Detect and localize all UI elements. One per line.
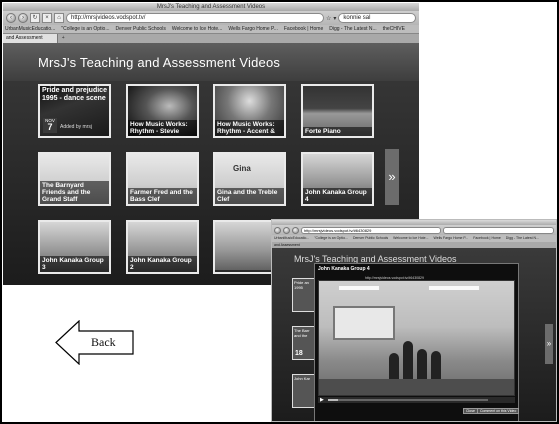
video-title-7: Gina and the Treble Clef xyxy=(215,188,284,204)
classroom-floor xyxy=(319,379,514,395)
video-progress-bar[interactable] xyxy=(328,399,488,401)
new-tab-button[interactable]: + xyxy=(58,34,69,43)
bookmark-item[interactable]: Digg - The Latest N... xyxy=(329,25,376,33)
video-thumb-10[interactable]: John Kanaka Group 2 xyxy=(126,220,199,274)
video-thumb-7[interactable]: Gina Gina and the Treble Clef xyxy=(213,152,286,206)
ceiling-light xyxy=(429,286,479,290)
gina-art-text: Gina xyxy=(233,164,251,173)
video-title-5: The Barnyard Friends and the Grand Staff xyxy=(40,181,109,204)
video-thumb-6[interactable]: Farmer Fred and the Bass Clef xyxy=(126,152,199,206)
forward-nav-icon[interactable]: › xyxy=(18,13,28,23)
address-bar[interactable]: http://mrsjvideos.vodspot.tv/ xyxy=(66,13,324,23)
reload-icon[interactable]: ↻ xyxy=(30,13,40,23)
bookmark-item[interactable]: "College is an Optio... xyxy=(61,25,109,33)
video-title-10: John Kanaka Group 2 xyxy=(128,256,197,272)
bookmark-item[interactable]: Denver Public Schools xyxy=(116,25,166,33)
overlay-reload-icon[interactable] xyxy=(292,226,299,234)
date-day: 7 xyxy=(47,122,53,132)
student-figure xyxy=(417,349,427,381)
added-by-label: Added by mrsj xyxy=(60,124,92,130)
video-thumb-9[interactable]: John Kanaka Group 3 xyxy=(38,220,111,274)
tab-current[interactable]: and Assessment xyxy=(3,34,58,43)
student-figure xyxy=(389,353,399,381)
overlay-toolbar: http://mrsjvideos.vodspot.tv/#6430829 xyxy=(272,225,556,235)
video-player[interactable] xyxy=(318,280,515,396)
overlay-bookmark-item[interactable]: Facebook | Home xyxy=(473,235,501,242)
overlay-bookmark-item[interactable]: UrbanMusicEducatio... xyxy=(274,235,309,242)
overlay-thumb-label-3: John Kar xyxy=(294,376,311,381)
search-box[interactable]: konnie sal xyxy=(338,13,416,23)
overlay-bookmark-item[interactable]: Wells Fargo Home P... xyxy=(434,235,469,242)
overlay-bookmarks-bar: UrbanMusicEducatio... "College is an Opti… xyxy=(272,235,556,242)
video-modal: John Kanaka Group 4 http://mrsjvideos.vo… xyxy=(314,263,520,421)
overlay-next-arrow[interactable]: » xyxy=(545,324,553,364)
overlay-bookmark-item[interactable]: Digg - The Latest N... xyxy=(506,235,539,242)
video-thumb-3[interactable]: How Music Works: Rhythm - Accent & xyxy=(213,84,286,138)
ceiling-light xyxy=(339,286,379,290)
video-thumb-1[interactable]: Pride and prejudice 1995 - dance scene N… xyxy=(38,84,111,138)
student-figure xyxy=(403,341,413,381)
video-progress-fill xyxy=(328,399,338,401)
video-thumb-4[interactable]: Forte Piano xyxy=(301,84,374,138)
overlay-thumb-label-2: The Barr and the xyxy=(294,328,310,338)
tab-bar: and Assessment + xyxy=(3,34,419,43)
browser-title-bar: MrsJ's Teaching and Assessment Videos xyxy=(3,3,419,11)
overlay-search-box[interactable] xyxy=(443,226,554,234)
date-badge: NOV 7 xyxy=(43,118,57,133)
stop-icon[interactable]: × xyxy=(42,13,52,23)
overlay-date-day: 18 xyxy=(295,350,303,357)
video-title-2: How Music Works: Rhythm - Stevie xyxy=(128,120,197,136)
video-title-1: Pride and prejudice 1995 - dance scene xyxy=(42,87,107,102)
bookmark-item[interactable]: UrbanMusicEducatio... xyxy=(5,25,55,33)
video-title-4: Forte Piano xyxy=(303,127,372,136)
student-figure xyxy=(431,351,441,381)
bookmark-item[interactable]: Welcome to Ice Hote... xyxy=(172,25,222,33)
back-nav-icon[interactable]: ‹ xyxy=(6,13,16,23)
video-controls: ▶ xyxy=(318,397,515,403)
video-title-9: John Kanaka Group 3 xyxy=(40,256,109,272)
overlay-bookmark-item[interactable]: Denver Public Schools xyxy=(353,235,388,242)
overlay-screenshot: http://mrsjvideos.vodspot.tv/#6430829 Ur… xyxy=(271,219,557,422)
overlay-thumb-label-1: Pride an 1995 xyxy=(294,280,309,290)
play-icon[interactable]: ▶ xyxy=(320,397,324,403)
overlay-back-nav-icon[interactable] xyxy=(274,226,281,234)
close-button[interactable]: Close xyxy=(463,408,478,414)
video-title-3: How Music Works: Rhythm - Accent & xyxy=(215,120,284,136)
whiteboard xyxy=(333,306,395,340)
video-thumb-5[interactable]: The Barnyard Friends and the Grand Staff xyxy=(38,152,111,206)
search-text: konnie sal xyxy=(343,15,371,21)
video-title-6: Farmer Fred and the Bass Clef xyxy=(128,188,197,204)
overlay-url-text: http://mrsjvideos.vodspot.tv/#6430829 xyxy=(304,227,372,233)
bookmark-item[interactable]: Facebook | Home xyxy=(284,25,323,33)
home-icon[interactable]: ⌂ xyxy=(54,13,64,23)
video-thumb-8[interactable]: John Kanaka Group 4 xyxy=(301,152,374,206)
overlay-address-bar[interactable]: http://mrsjvideos.vodspot.tv/#6430829 xyxy=(301,226,441,234)
browser-toolbar: ‹ › ↻ × ⌂ http://mrsjvideos.vodspot.tv/ … xyxy=(3,11,419,25)
overlay-forward-nav-icon[interactable] xyxy=(283,226,290,234)
bookmark-star-icon[interactable]: ☆ xyxy=(326,15,331,22)
video-title-8: John Kanaka Group 4 xyxy=(303,188,372,204)
bookmarks-bar: UrbanMusicEducatio... "College is an Opti… xyxy=(3,25,419,34)
page-title: MrsJ's Teaching and Assessment Videos xyxy=(3,43,419,81)
back-button[interactable]: Back xyxy=(55,320,135,365)
bookmark-item[interactable]: theCHIVE xyxy=(383,25,405,33)
video-thumb-2[interactable]: How Music Works: Rhythm - Stevie xyxy=(126,84,199,138)
modal-title: John Kanaka Group 4 xyxy=(318,266,370,272)
overlay-bookmark-item[interactable]: "College is an Optio... xyxy=(314,235,348,242)
next-page-arrow[interactable]: » xyxy=(385,149,399,205)
bookmark-item[interactable]: Wells Fargo Home P... xyxy=(228,25,278,33)
overlay-bookmark-item[interactable]: Welcome to Ice Hote... xyxy=(393,235,428,242)
search-engine-icon[interactable]: ▾ xyxy=(333,15,336,22)
comment-button[interactable]: Comment on this Video xyxy=(477,408,520,414)
url-text: http://mrsjvideos.vodspot.tv/ xyxy=(71,15,146,21)
back-button-label: Back xyxy=(91,335,116,349)
